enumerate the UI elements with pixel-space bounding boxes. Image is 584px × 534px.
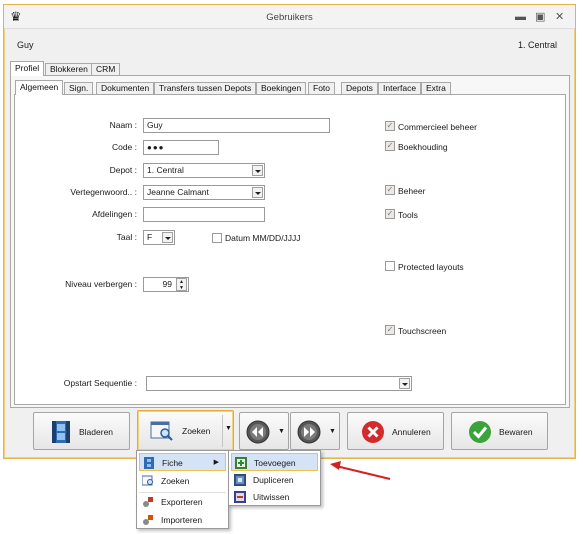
export-icon (143, 497, 153, 507)
niveau-label: Niveau verbergen : (65, 279, 137, 289)
menu-item-exporteren[interactable]: Exporteren (139, 493, 226, 511)
menu-item-zoeken-label: Zoeken (161, 476, 190, 486)
close-icon[interactable]: ✕ (555, 11, 564, 23)
afdelingen-label: Afdelingen : (92, 209, 137, 219)
touchscreen-label: Touchscreen (398, 326, 447, 336)
boekhouding-label: Boekhouding (398, 142, 448, 152)
naam-input[interactable]: Guy (143, 118, 330, 133)
chevron-down-icon[interactable] (252, 165, 263, 176)
code-label: Code : (111, 142, 137, 152)
tools-label: Tools (398, 210, 418, 220)
chevron-down-icon[interactable]: ▼ (278, 428, 285, 435)
menu-item-importeren-label: Importeren (161, 515, 203, 525)
user-name-label: Guy (17, 40, 34, 50)
touchscreen-checkbox[interactable]: ✓ (385, 325, 395, 335)
depot-label: Depot : (109, 165, 137, 175)
boekhouding-checkbox[interactable]: ✓ (385, 141, 395, 151)
datum-checkbox[interactable] (212, 233, 222, 243)
cancel-icon (362, 421, 384, 443)
submenu-item-toevoegen[interactable]: Toevoegen (231, 453, 318, 471)
protected-layouts-checkbox[interactable] (385, 261, 395, 271)
code-input[interactable]: ●●● (143, 140, 219, 155)
zoeken-label: Zoeken (182, 426, 211, 436)
taal-select[interactable]: F (143, 230, 175, 245)
vertegenwoordiger-label: Vertegenwoord.. : (70, 187, 137, 197)
stepper-buttons[interactable]: ▲ ▼ (176, 278, 187, 291)
previous-icon (246, 420, 270, 444)
opstart-label: Opstart Sequentie : (63, 378, 137, 388)
delete-record-icon (234, 491, 246, 503)
add-record-icon (235, 457, 247, 469)
datum-checkbox-label: Datum MM/DD/JJJJ (225, 233, 301, 243)
submenu-item-dupliceren[interactable]: Dupliceren (231, 471, 318, 489)
annotation-arrow (330, 461, 391, 480)
chevron-down-icon[interactable]: ▼ (225, 425, 232, 432)
protected-layouts-label: Protected layouts (398, 262, 464, 272)
taal-select-value: F (147, 232, 153, 242)
film-icon (144, 457, 154, 469)
maximize-icon[interactable]: ▣ (535, 11, 545, 23)
previous-button[interactable]: ▼ (239, 412, 289, 450)
tab-profiel[interactable]: Profiel (10, 61, 45, 76)
zoeken-dropdown-divider (222, 415, 223, 447)
menu-item-zoeken[interactable]: Zoeken (139, 472, 226, 490)
annuleren-label: Annuleren (392, 427, 431, 437)
menu-item-fiche-label: Fiche (162, 458, 183, 468)
afdelingen-input[interactable] (143, 207, 265, 222)
menu-item-importeren[interactable]: Importeren (139, 511, 226, 529)
duplicate-icon (234, 474, 246, 486)
next-button[interactable]: ▼ (290, 412, 340, 450)
annuleren-button[interactable]: Annuleren (347, 412, 444, 450)
minimize-icon[interactable]: ▬ (515, 11, 526, 23)
search-window-icon (150, 421, 173, 441)
chevron-down-icon[interactable] (399, 378, 410, 389)
beheer-checkbox[interactable]: ✓ (385, 185, 395, 195)
chevron-right-icon: ▶ (213, 459, 219, 466)
bewaren-button[interactable]: Bewaren (451, 412, 548, 450)
film-icon (52, 421, 70, 443)
tools-checkbox[interactable]: ✓ (385, 209, 395, 219)
beheer-label: Beheer (398, 186, 426, 196)
submenu-item-dupliceren-label: Dupliceren (253, 475, 294, 485)
menu-item-fiche[interactable]: Fiche ▶ (139, 453, 226, 471)
naam-label: Naam : (109, 120, 137, 130)
title-bar: ♛ Gebruikers ▬ ▣ ✕ (4, 5, 575, 29)
submenu-item-uitwissen-label: Uitwissen (253, 492, 290, 502)
search-window-icon (142, 475, 153, 486)
submenu-item-uitwissen[interactable]: Uitwissen (231, 488, 318, 506)
bewaren-label: Bewaren (499, 427, 533, 437)
niveau-value: 99 (162, 279, 172, 289)
vertegenwoordiger-select-value: Jeanne Calmant (147, 187, 209, 197)
chevron-down-icon[interactable] (252, 187, 263, 198)
zoeken-dropdown-menu: Fiche ▶ Zoeken Exporteren Importeren (136, 450, 229, 529)
chevron-down-icon[interactable]: ▼ (329, 428, 336, 435)
opstart-select[interactable] (146, 376, 412, 391)
users-window: ♛ Gebruikers ▬ ▣ ✕ Guy 1. Central Profie… (3, 4, 576, 459)
zoeken-button[interactable]: Zoeken ▼ (137, 410, 234, 451)
tab-algemeen[interactable]: Algemeen (15, 80, 64, 95)
profile-panel: Algemeen Sign. Dokumenten Transfers tuss… (10, 75, 570, 408)
depot-select-value: 1. Central (147, 165, 184, 175)
taal-label: Taal : (116, 232, 137, 242)
window-title: Gebruikers (266, 12, 313, 23)
commercieel-beheer-checkbox[interactable]: ✓ (385, 121, 395, 131)
commercieel-beheer-label: Commercieel beheer (398, 122, 477, 132)
menu-item-exporteren-label: Exporteren (161, 497, 203, 507)
import-icon (143, 515, 153, 525)
general-panel: Naam : Guy Code : ●●● Depot : 1. Central… (14, 94, 566, 405)
vertegenwoordiger-select[interactable]: Jeanne Calmant (143, 185, 265, 200)
depot-select[interactable]: 1. Central (143, 163, 265, 178)
bladeren-label: Bladeren (79, 427, 114, 437)
submenu-item-toevoegen-label: Toevoegen (254, 458, 296, 468)
depot-name-label: 1. Central (518, 40, 558, 50)
next-icon (297, 420, 321, 444)
bladeren-button[interactable]: Bladeren (33, 412, 130, 450)
checkmark-icon (469, 421, 491, 443)
chevron-down-icon[interactable] (162, 232, 173, 243)
fiche-submenu: Toevoegen Dupliceren Uitwissen (228, 450, 321, 506)
